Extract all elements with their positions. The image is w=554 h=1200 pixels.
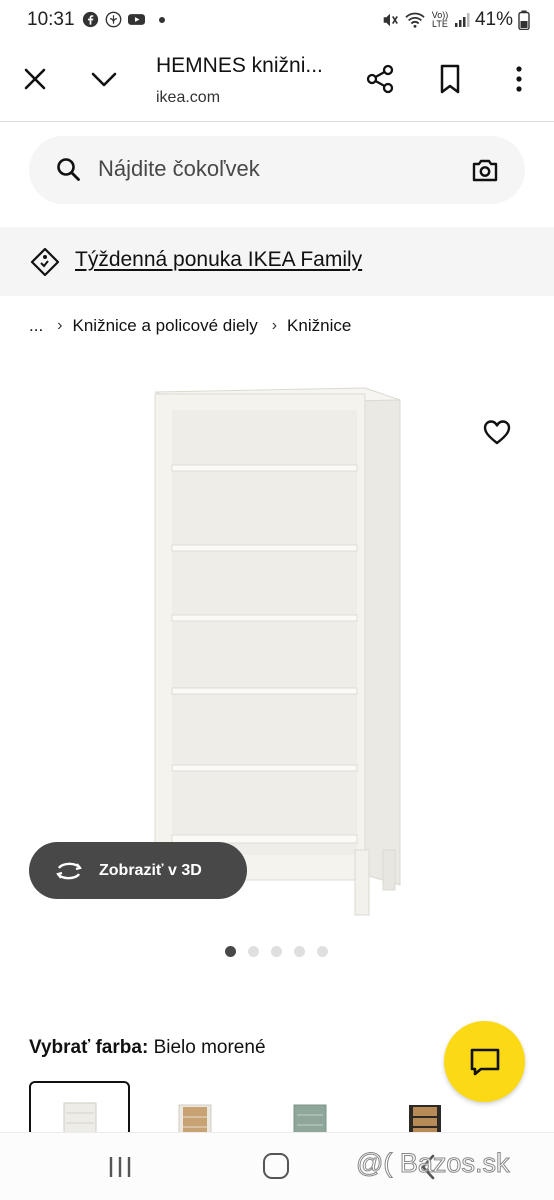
signal-icon [454, 13, 470, 27]
color-value: Bielo morené [153, 1037, 266, 1058]
rotate-3d-icon [56, 862, 82, 879]
swatch-white-stain[interactable] [29, 1081, 130, 1137]
battery-icon [518, 10, 530, 30]
camera-icon[interactable] [471, 156, 499, 184]
price-tag-icon [30, 247, 60, 277]
status-time: 10:31 [27, 9, 75, 30]
more-notifications-dot [159, 16, 165, 23]
carousel-dot[interactable] [271, 946, 282, 957]
mute-icon [383, 13, 398, 27]
swatch-thumbnail [293, 1104, 326, 1137]
swatch-thumbnail [178, 1104, 211, 1137]
battery-percentage: 41% [474, 9, 513, 30]
color-swatches [29, 1081, 475, 1137]
carousel-dot[interactable] [294, 946, 305, 957]
carousel-dot[interactable] [225, 946, 236, 957]
family-offer-link[interactable]: Týždenná ponuka IKEA Family [75, 248, 362, 272]
family-offer-banner[interactable]: Týždenná ponuka IKEA Family [0, 227, 554, 296]
bookmark-icon[interactable] [436, 63, 464, 95]
breadcrumb-bookcases-shelving[interactable]: Knižnice a policové diely [73, 316, 258, 336]
search-input[interactable]: Nájdite čokoľvek [29, 136, 525, 204]
meditation-app-icon [105, 11, 122, 28]
heart-icon[interactable] [482, 418, 512, 446]
breadcrumb: ... › Knižnice a policové diely › Knižni… [29, 316, 351, 336]
wifi-icon [405, 12, 425, 28]
breadcrumb-ellipsis[interactable]: ... [29, 316, 43, 336]
breadcrumb-bookcases[interactable]: Knižnice [287, 316, 351, 336]
chat-button[interactable] [444, 1021, 525, 1102]
page-title: HEMNES knižni... [156, 54, 323, 77]
chevron-right-icon: › [57, 317, 63, 334]
recents-icon[interactable] [106, 1155, 134, 1179]
system-status: Vo)) LTE 41% [381, 9, 530, 31]
share-icon[interactable] [364, 63, 396, 95]
view-in-3d-label: Zobraziť v 3D [99, 861, 202, 879]
search-icon [57, 158, 80, 181]
swatch-gray-green[interactable] [259, 1081, 360, 1137]
swatch-thumbnail [408, 1105, 441, 1137]
notification-icons [82, 11, 165, 28]
color-selection-label: Vybrať farba: Bielo morené [29, 1037, 266, 1059]
status-bar: 10:31 Vo)) LTE 41% [0, 0, 554, 42]
swatch-light-brown[interactable] [144, 1081, 245, 1137]
color-label: Vybrať farba: [29, 1037, 149, 1058]
close-icon[interactable] [20, 64, 50, 94]
page-url: ikea.com [156, 89, 221, 106]
home-icon[interactable] [263, 1153, 289, 1179]
carousel-dots [225, 946, 328, 957]
watermark: @( Bazos.sk [355, 1148, 510, 1179]
youtube-icon [128, 14, 145, 25]
chevron-down-icon[interactable] [88, 64, 120, 94]
volte-icon: Vo)) LTE [431, 10, 449, 29]
chat-icon [470, 1048, 500, 1076]
swatch-thumbnail [63, 1102, 96, 1135]
browser-header: HEMNES knižni... ikea.com [0, 42, 554, 122]
more-options-icon[interactable] [508, 63, 530, 95]
view-in-3d-button[interactable]: Zobraziť v 3D [29, 842, 247, 899]
carousel-dot[interactable] [317, 946, 328, 957]
carousel-dot[interactable] [248, 946, 259, 957]
bookcase-image [154, 387, 401, 916]
facebook-icon [82, 11, 99, 28]
chevron-right-icon: › [271, 317, 278, 334]
search-placeholder: Nájdite čokoľvek [98, 156, 260, 181]
